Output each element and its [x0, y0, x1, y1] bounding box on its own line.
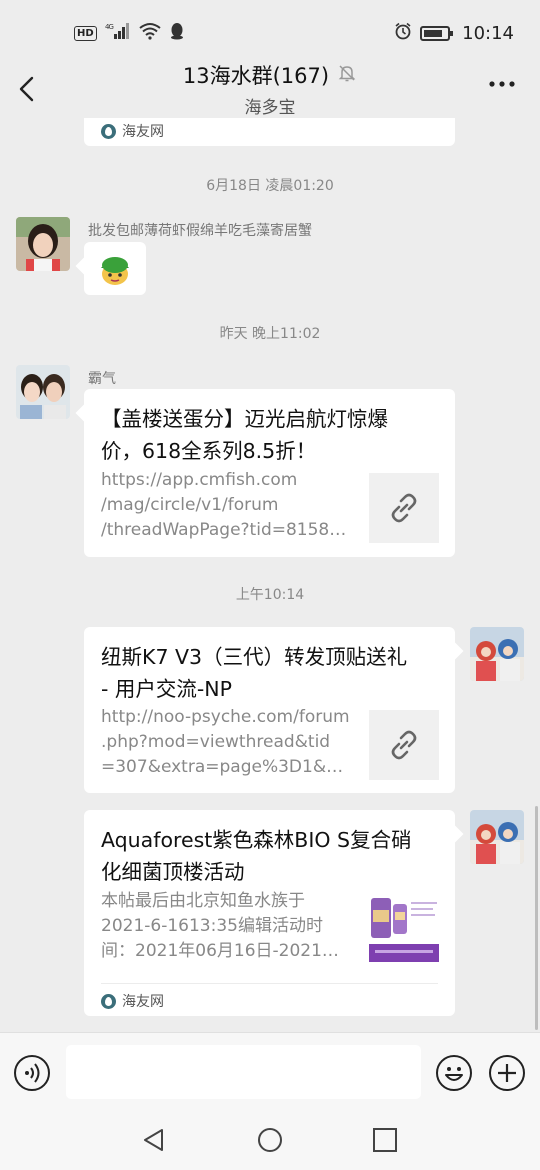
- status-time: 10:14: [462, 22, 514, 44]
- network-type: 4G: [105, 23, 113, 31]
- link-icon: [391, 493, 417, 523]
- bell-muted-icon: [337, 63, 357, 87]
- card-divider: [101, 983, 438, 984]
- source-row: 海友网: [101, 991, 164, 1011]
- product-image: [369, 892, 439, 962]
- battery-icon: [420, 25, 454, 41]
- link-thumbnail: [369, 710, 439, 780]
- avatar[interactable]: [16, 217, 70, 271]
- system-nav-bar: [0, 1112, 540, 1170]
- link-icon: [391, 730, 417, 760]
- link-thumbnail: [369, 473, 439, 543]
- scrollbar[interactable]: [535, 806, 538, 1030]
- qq-icon: [169, 22, 185, 45]
- circle-home-icon: [258, 1128, 282, 1152]
- voice-icon: [25, 1063, 40, 1083]
- link-card[interactable]: 【盖楼送蛋分】迈光启航灯惊爆 价，618全系列8.5折！ https://app…: [75, 389, 455, 557]
- status-bar: HD 4G 10:14: [0, 0, 540, 66]
- self-avatar[interactable]: [470, 810, 524, 864]
- avatar-image: [16, 217, 70, 271]
- turtle-emoji-icon: [101, 257, 129, 285]
- message-list[interactable]: 海友网 6月18日 凌晨01:20 批发包邮薄荷虾假绵羊吃毛藻寄居蟹 昨天 晚上…: [0, 118, 540, 1032]
- title-block: 13海水群(167) 海多宝: [0, 60, 540, 118]
- card-description: https://app.cmfish.com /mag/circle/v1/fo…: [101, 470, 353, 540]
- source-logo-icon: [101, 993, 116, 1009]
- article-card[interactable]: Aquaforest紫色森林BIO S复合硝 化细菌顶楼活动 本帖最后由北京知鱼…: [84, 810, 464, 1016]
- source-label: 海友网: [122, 994, 164, 1010]
- link-card[interactable]: 纽斯K7 V3（三代）转发顶贴送礼 - 用户交流-NP http://noo-p…: [84, 627, 464, 793]
- avatar[interactable]: [16, 365, 70, 419]
- avatar-image: [470, 810, 524, 864]
- card-description: http://noo-psyche.com/forum .php?mod=vie…: [101, 707, 353, 777]
- source-row: 海友网: [101, 121, 164, 141]
- timestamp: 上午10:14: [235, 587, 305, 603]
- timestamp: 昨天 晚上11:02: [219, 326, 321, 342]
- chat-subtitle: 海多宝: [244, 98, 296, 118]
- source-logo-icon: [101, 123, 116, 139]
- avatar-image: [470, 627, 524, 681]
- nav-home-button[interactable]: [256, 1126, 284, 1158]
- voice-button[interactable]: [14, 1055, 50, 1091]
- status-right: 10:14: [394, 22, 514, 45]
- card-title: Aquaforest紫色森林BIO S复合硝 化细菌顶楼活动: [101, 828, 412, 884]
- card-title: 纽斯K7 V3（三代）转发顶贴送礼 - 用户交流-NP: [101, 645, 408, 701]
- timestamp: 6月18日 凌晨01:20: [206, 178, 334, 194]
- chat-header: 13海水群(167) 海多宝: [0, 64, 540, 118]
- plus-icon: [498, 1064, 516, 1082]
- article-thumbnail: [369, 892, 439, 962]
- avatar-image: [16, 365, 70, 419]
- triangle-back-icon: [144, 1129, 163, 1151]
- status-left: HD 4G: [74, 22, 185, 45]
- nav-recents-button[interactable]: [371, 1126, 399, 1158]
- self-avatar[interactable]: [470, 627, 524, 681]
- message-input[interactable]: [66, 1045, 421, 1099]
- source-label: 海友网: [122, 124, 164, 140]
- emoji-icon: [445, 1067, 463, 1081]
- plus-button[interactable]: [489, 1055, 525, 1091]
- wifi-icon: [139, 22, 161, 45]
- card-description: 本帖最后由北京知鱼水族于 2021-6-1613:35编辑活动时 间：2021年…: [101, 891, 339, 961]
- hd-indicator: HD: [74, 25, 97, 41]
- chat-title: 13海水群(167): [182, 64, 330, 88]
- sender-name: 批发包邮薄荷虾假绵羊吃毛藻寄居蟹: [88, 223, 312, 239]
- square-recents-icon: [373, 1128, 397, 1152]
- sender-name: 霸气: [88, 371, 116, 387]
- alarm-icon: [394, 22, 412, 45]
- nav-back-button[interactable]: [140, 1126, 168, 1158]
- more-button[interactable]: [488, 76, 516, 90]
- more-dots-icon: [489, 81, 515, 87]
- signal-icon: 4G: [105, 22, 131, 44]
- input-bar: [0, 1032, 540, 1112]
- emoji-button[interactable]: [436, 1055, 472, 1091]
- sticker-bubble[interactable]: [75, 242, 146, 295]
- partial-message-bubble[interactable]: 海友网: [84, 118, 455, 146]
- card-title: 【盖楼送蛋分】迈光启航灯惊爆 价，618全系列8.5折！: [101, 407, 388, 463]
